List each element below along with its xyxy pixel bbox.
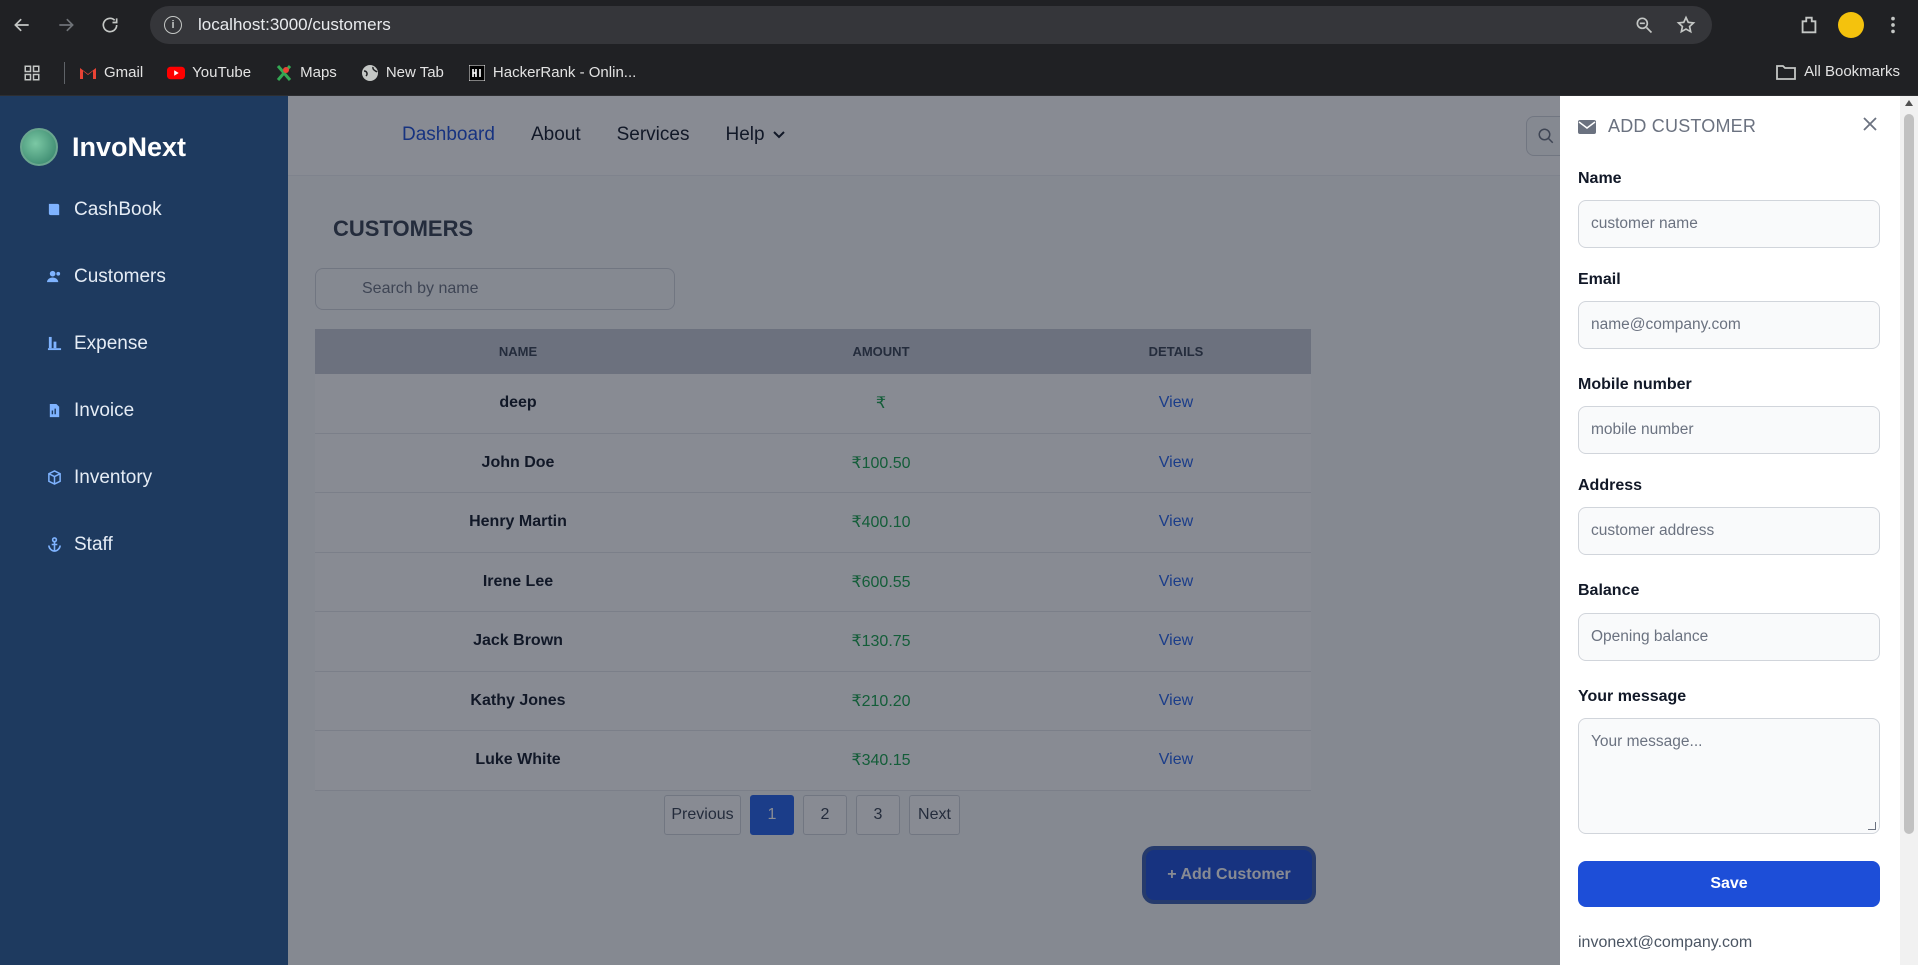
- bookmarks-separator: [64, 61, 65, 84]
- close-button[interactable]: [1862, 116, 1878, 137]
- profile-avatar[interactable]: [1838, 12, 1864, 38]
- address-field[interactable]: customer address: [1578, 507, 1880, 555]
- brand-logo: [20, 128, 58, 166]
- globe-icon: [361, 64, 379, 82]
- app-page: InvoNext CashBook Customers Expense Invo…: [0, 96, 1918, 965]
- sidebar-item-label: Staff: [74, 533, 113, 555]
- all-bookmarks[interactable]: All Bookmarks: [1776, 63, 1900, 80]
- sidebar-item-expense[interactable]: Expense: [0, 310, 288, 377]
- drawer-title: ADD CUSTOMER: [1608, 116, 1757, 136]
- youtube-icon: [167, 64, 186, 82]
- mobile-field[interactable]: mobile number: [1578, 406, 1880, 454]
- message-label: Your message: [1578, 688, 1687, 705]
- sidebar-item-customers[interactable]: Customers: [0, 243, 288, 310]
- message-placeholder: Your message...: [1591, 733, 1703, 750]
- url-text: localhost:3000/customers: [198, 15, 391, 34]
- chart-bar-icon: [46, 336, 62, 352]
- email-field[interactable]: name@company.com: [1578, 301, 1880, 349]
- bookmark-label: Gmail: [104, 64, 144, 81]
- message-textarea[interactable]: Your message...: [1578, 718, 1880, 834]
- site-info-icon[interactable]: i: [164, 16, 182, 34]
- browser-toolbar: i localhost:3000/customers: [0, 0, 1918, 50]
- sidebar-item-label: Inventory: [74, 466, 153, 488]
- brand[interactable]: InvoNext: [0, 96, 288, 176]
- sidebar-item-invoice[interactable]: Invoice: [0, 377, 288, 444]
- sidebar-item-inventory[interactable]: Inventory: [0, 444, 288, 511]
- invoice-icon: [46, 403, 62, 419]
- footer-email: invonext@company.com: [1578, 934, 1753, 951]
- maps-icon: [275, 64, 293, 82]
- resize-handle-icon[interactable]: [1868, 822, 1876, 830]
- bookmark-label: New Tab: [385, 64, 444, 81]
- sidebar-item-label: Invoice: [74, 399, 135, 421]
- modal-backdrop[interactable]: [288, 96, 1560, 965]
- cube-icon: [46, 470, 62, 486]
- back-button[interactable]: [0, 0, 44, 50]
- scroll-up-icon[interactable]: [1905, 100, 1913, 106]
- mobile-label: Mobile number: [1578, 376, 1692, 393]
- bookmark-label: HackerRank - Onlin...: [492, 64, 637, 81]
- name-field[interactable]: customer name: [1578, 200, 1880, 248]
- reload-button[interactable]: [88, 0, 132, 50]
- brand-name: InvoNext: [72, 131, 187, 162]
- bookmarks-bar: Gmail YouTube Maps New Tab HackerRank - …: [0, 50, 1918, 96]
- name-label: Name: [1578, 170, 1622, 187]
- bookmark-label: YouTube: [192, 64, 252, 81]
- sidebar-item-cashbook[interactable]: CashBook: [0, 176, 288, 243]
- sidebar-item-staff[interactable]: Staff: [0, 511, 288, 578]
- forward-button[interactable]: [44, 0, 88, 50]
- page-scrollbar[interactable]: [1900, 96, 1918, 965]
- sidebar-item-label: Customers: [74, 265, 166, 287]
- anchor-icon: [46, 537, 62, 553]
- address-bar[interactable]: i localhost:3000/customers: [150, 6, 1712, 44]
- more-vert-icon[interactable]: [1882, 14, 1904, 36]
- sidebar: InvoNext CashBook Customers Expense Invo…: [0, 96, 288, 965]
- gmail-icon: [79, 64, 97, 82]
- balance-label: Balance: [1578, 582, 1640, 599]
- balance-field[interactable]: Opening balance: [1578, 613, 1880, 661]
- bookmark-new-tab[interactable]: New Tab: [361, 64, 444, 82]
- arrow-left-icon: [14, 18, 29, 32]
- save-button[interactable]: Save: [1578, 861, 1880, 907]
- close-icon: [1863, 117, 1877, 131]
- folder-icon: [1776, 64, 1797, 80]
- address-label: Address: [1578, 477, 1643, 494]
- apps-grid-icon: [24, 65, 40, 80]
- sidebar-item-label: Expense: [74, 332, 148, 354]
- add-customer-drawer: ADD CUSTOMER Name customer name Email na…: [1560, 96, 1900, 965]
- all-bookmarks-label: All Bookmarks: [1804, 63, 1900, 80]
- scrollbar-thumb[interactable]: [1904, 114, 1914, 834]
- bookmark-label: Maps: [300, 64, 337, 81]
- arrow-right-icon: [59, 18, 74, 32]
- users-icon: [46, 269, 62, 285]
- sidebar-item-label: CashBook: [74, 198, 162, 220]
- email-label: Email: [1578, 271, 1621, 288]
- browser-actions: [1798, 0, 1918, 50]
- bookmark-youtube[interactable]: YouTube: [167, 64, 251, 82]
- hackerrank-icon: [468, 64, 486, 82]
- envelope-icon: [1578, 119, 1596, 134]
- bookmark-gmail[interactable]: Gmail: [79, 64, 143, 82]
- bookmark-hackerrank[interactable]: HackerRank - Onlin...: [468, 64, 636, 82]
- bookmark-maps[interactable]: Maps: [275, 64, 337, 82]
- zoom-icon[interactable]: [1634, 15, 1654, 35]
- star-icon[interactable]: [1676, 15, 1696, 35]
- reload-icon: [102, 17, 118, 33]
- apps-button[interactable]: [0, 64, 64, 82]
- extensions-icon[interactable]: [1798, 14, 1820, 36]
- book-icon: [46, 202, 62, 218]
- drawer-header: ADD CUSTOMER: [1578, 116, 1756, 137]
